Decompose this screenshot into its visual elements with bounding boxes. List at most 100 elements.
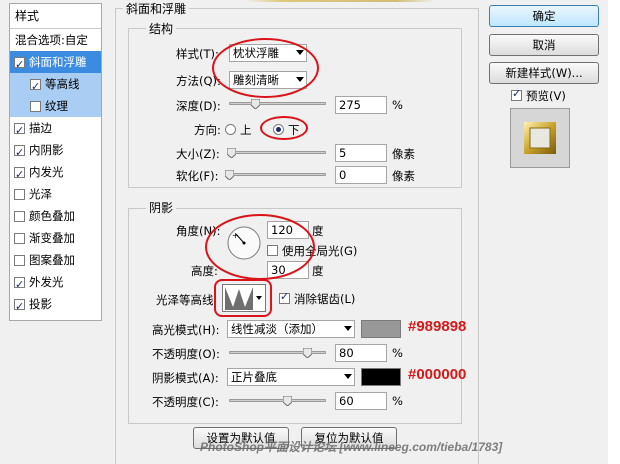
style-item[interactable]: 内发光 [10,161,101,186]
slider-thumb[interactable] [225,170,234,180]
highlight-color-swatch[interactable] [361,320,401,338]
shadow-mode-value: 正片叠底 [231,370,277,384]
slider-thumb[interactable] [226,148,236,158]
style-item-label: 渐变叠加 [29,231,75,245]
slider-thumb[interactable] [251,99,261,109]
highlight-mode-label: 高光模式(H): [152,323,220,337]
antialias-label: 消除锯齿(L) [294,292,356,306]
style-item-label: 内发光 [29,165,64,179]
chevron-down-icon [344,326,352,331]
annotation-ring-direction [260,116,308,140]
size-label: 大小(Z): [176,147,220,161]
depth-input[interactable]: 275 [335,96,387,114]
style-item[interactable]: 光泽 [10,183,101,205]
soften-label: 软化(F): [176,169,219,183]
direction-up-radio[interactable] [225,124,236,135]
highlight-opacity-label: 不透明度(O): [152,347,220,361]
style-item-checkbox[interactable] [14,54,25,76]
style-item-checkbox[interactable] [14,274,25,296]
shadow-opacity-unit: % [392,394,403,408]
style-item-checkbox[interactable] [30,76,41,98]
highlight-opacity-unit: % [392,346,403,360]
annotation-ring-style [212,38,319,98]
chevron-down-icon [344,374,352,379]
style-item-label: 图案叠加 [29,253,75,267]
style-item[interactable]: 投影 [10,293,101,318]
depth-label: 深度(D): [176,99,221,113]
style-items: 斜面和浮雕等高线纹理描边内阴影内发光光泽颜色叠加渐变叠加图案叠加外发光投影 [10,51,101,318]
preview-thumbnail [510,108,570,168]
annotation-ring-angle [205,214,315,280]
top-watermark-strip [245,0,435,2]
style-item[interactable]: 颜色叠加 [10,205,101,227]
style-item-label: 光泽 [29,187,52,201]
cancel-button[interactable]: 取消 [489,34,599,56]
style-item[interactable]: 描边 [10,117,101,142]
shadow-mode-select[interactable]: 正片叠底 [227,368,355,386]
altitude-unit: 度 [312,264,324,278]
highlight-opacity-slider[interactable] [229,348,326,358]
style-item[interactable]: 等高线 [10,73,101,98]
style-item-checkbox[interactable] [14,296,25,318]
bevel-emboss-title: 斜面和浮雕 [123,0,190,17]
slider-thumb[interactable] [283,396,293,406]
style-item-label: 颜色叠加 [29,209,75,223]
style-item[interactable]: 图案叠加 [10,249,101,271]
preview-checkbox[interactable] [511,87,522,101]
shadow-opacity-input[interactable]: 60 [335,392,387,410]
style-item[interactable]: 外发光 [10,271,101,296]
blend-options-label: 混合选项:自定 [15,33,88,47]
watermark-text: PhotoShop平面设计论坛 [www.lineeg.com/tieba/17… [200,440,503,454]
style-item-checkbox[interactable] [14,188,25,200]
style-item[interactable]: 纹理 [10,95,101,117]
shadow-opacity-label: 不透明度(C): [152,395,219,409]
new-style-button[interactable]: 新建样式(W)... [489,62,599,84]
style-item-checkbox[interactable] [30,100,41,112]
structure-title: 结构 [146,20,177,37]
gloss-contour-label: 光泽等高线: [156,293,218,307]
highlight-mode-value: 线性减淡（添加） [231,322,323,336]
style-item-label: 等高线 [45,77,80,91]
style-item-checkbox[interactable] [14,232,25,244]
style-item-label: 描边 [29,121,52,135]
soften-slider[interactable] [225,170,326,180]
size-input[interactable]: 5 [335,144,387,162]
style-item-label: 纹理 [45,99,68,113]
depth-slider[interactable] [229,99,326,109]
highlight-opacity-input[interactable]: 80 [335,344,387,362]
annotation-ring-gloss [214,279,272,317]
style-item-checkbox[interactable] [14,120,25,142]
style-item-checkbox[interactable] [14,210,25,222]
soften-input[interactable]: 0 [335,166,387,184]
style-item[interactable]: 斜面和浮雕 [10,51,101,76]
style-item-label: 外发光 [29,275,64,289]
shadow-color-swatch[interactable] [361,368,401,386]
shadow-hex-annotation: #000000 [408,366,467,383]
style-list: 样式 混合选项:自定 斜面和浮雕等高线纹理描边内阴影内发光光泽颜色叠加渐变叠加图… [9,3,102,321]
ok-button[interactable]: 确定 [489,5,599,27]
direction-label: 方向: [194,123,221,137]
preview-label: 预览(V) [526,89,566,103]
soften-unit: 像素 [392,169,415,183]
shadow-opacity-slider[interactable] [229,396,326,406]
direction-up-label: 上 [240,123,252,137]
style-item-checkbox[interactable] [14,142,25,164]
style-list-header[interactable]: 样式 [10,4,101,29]
highlight-mode-select[interactable]: 线性减淡（添加） [227,320,355,338]
slider-thumb[interactable] [302,348,312,358]
antialias-checkbox[interactable] [279,290,290,304]
style-label: 样式(T): [176,47,219,61]
style-item-checkbox[interactable] [14,164,25,186]
style-item-label: 内阴影 [29,143,64,157]
blend-options-item[interactable]: 混合选项:自定 [10,29,101,51]
style-item[interactable]: 渐变叠加 [10,227,101,249]
angle-unit: 度 [312,224,324,238]
layer-style-dialog: 样式 混合选项:自定 斜面和浮雕等高线纹理描边内阴影内发光光泽颜色叠加渐变叠加图… [0,0,608,464]
style-item-checkbox[interactable] [14,254,25,266]
shadow-mode-label: 阴影模式(A): [152,371,219,385]
depth-unit: % [392,98,403,112]
size-unit: 像素 [392,147,415,161]
style-item[interactable]: 内阴影 [10,139,101,164]
size-slider[interactable] [226,148,326,158]
style-item-label: 投影 [29,297,52,311]
